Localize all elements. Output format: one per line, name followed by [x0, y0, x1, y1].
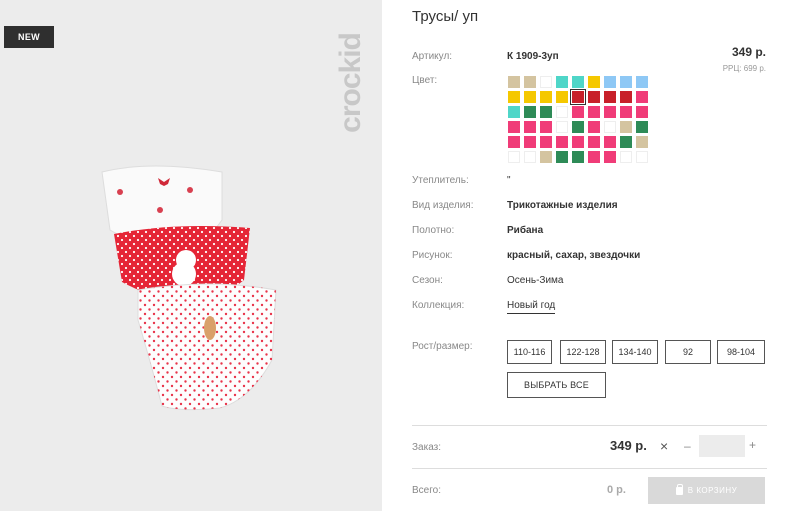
color-swatch[interactable]: [604, 91, 616, 103]
fabric-value: Рибана: [507, 225, 544, 236]
color-swatch[interactable]: [588, 136, 600, 148]
brand-logo: crockid: [326, 8, 376, 158]
size-option-92[interactable]: 92: [665, 340, 711, 364]
order-price: 349 р.: [610, 438, 647, 453]
color-swatch[interactable]: [588, 151, 600, 163]
color-swatch[interactable]: [636, 136, 648, 148]
color-swatch[interactable]: [524, 76, 536, 88]
quantity-input[interactable]: [699, 435, 745, 457]
color-swatch[interactable]: [620, 106, 632, 118]
color-swatch[interactable]: [604, 151, 616, 163]
bag-icon: [675, 483, 684, 495]
color-swatch[interactable]: [524, 91, 536, 103]
rrc-price: РРЦ: 699 р.: [722, 64, 766, 73]
color-swatch[interactable]: [636, 106, 648, 118]
price: 349 р.: [731, 45, 766, 59]
color-swatch[interactable]: [636, 151, 648, 163]
color-swatch[interactable]: [588, 91, 600, 103]
color-swatch[interactable]: [508, 121, 520, 133]
color-swatch[interactable]: [572, 76, 584, 88]
brand-logo-text: crockid: [334, 33, 367, 133]
color-swatch[interactable]: [508, 151, 520, 163]
item-type-label: Вид изделия:: [412, 200, 474, 211]
color-swatch[interactable]: [524, 106, 536, 118]
color-swatch[interactable]: [508, 136, 520, 148]
size-option-98-104[interactable]: 98-104: [717, 340, 765, 364]
color-swatch[interactable]: [620, 136, 632, 148]
season-label: Сезон:: [412, 275, 443, 286]
color-swatch[interactable]: [556, 121, 568, 133]
color-swatch[interactable]: [540, 136, 552, 148]
size-option-122-128[interactable]: 122-128: [560, 340, 606, 364]
pattern-label: Рисунок:: [412, 250, 453, 261]
article-value: К 1909-3уп: [507, 51, 559, 62]
product-info: Трусы/ уп Артикул: К 1909-3уп 349 р. РРЦ…: [412, 0, 772, 511]
add-to-cart-label: В КОРЗИНУ: [687, 486, 738, 495]
color-swatches: [508, 76, 653, 163]
divider: [412, 468, 767, 469]
total-value: 0 р.: [607, 484, 626, 496]
color-swatch[interactable]: [540, 106, 552, 118]
size-option-134-140[interactable]: 134-140: [612, 340, 658, 364]
color-swatch[interactable]: [604, 76, 616, 88]
order-label: Заказ:: [412, 442, 442, 453]
article-label: Артикул:: [412, 51, 453, 62]
color-swatch[interactable]: [570, 89, 586, 105]
color-swatch[interactable]: [556, 151, 568, 163]
item-type-value: Трикотажные изделия: [507, 200, 618, 211]
color-swatch[interactable]: [524, 121, 536, 133]
color-swatch[interactable]: [636, 91, 648, 103]
product-photo: NEW crockid: [0, 0, 382, 511]
decrease-quantity-button[interactable]: –: [684, 439, 691, 453]
size-option-110-116[interactable]: 110-116: [507, 340, 552, 364]
total-label: Всего:: [412, 485, 441, 496]
season-value: Осень-Зима: [507, 275, 564, 286]
collection-link[interactable]: Новый год: [507, 300, 556, 314]
color-swatch[interactable]: [636, 76, 648, 88]
color-swatch[interactable]: [604, 121, 616, 133]
color-swatch[interactable]: [540, 76, 552, 88]
new-badge: NEW: [4, 26, 54, 48]
color-label: Цвет:: [412, 75, 438, 86]
color-swatch[interactable]: [524, 151, 536, 163]
color-swatch[interactable]: [508, 91, 520, 103]
collection-label: Коллекция:: [412, 300, 465, 311]
color-swatch[interactable]: [572, 136, 584, 148]
color-swatch[interactable]: [540, 151, 552, 163]
color-swatch[interactable]: [508, 76, 520, 88]
divider: [412, 425, 767, 426]
select-all-button[interactable]: ВЫБРАТЬ ВСЕ: [507, 372, 606, 398]
size-label: Рост/размер:: [412, 341, 473, 352]
pattern-value: красный, сахар, звездочки: [507, 250, 641, 261]
color-swatch[interactable]: [620, 76, 632, 88]
color-swatch[interactable]: [540, 121, 552, 133]
insulation-value: ": [507, 175, 511, 186]
color-swatch[interactable]: [540, 91, 552, 103]
color-swatch[interactable]: [604, 106, 616, 118]
color-swatch[interactable]: [620, 151, 632, 163]
color-swatch[interactable]: [636, 121, 648, 133]
color-swatch[interactable]: [572, 106, 584, 118]
color-swatch[interactable]: [620, 121, 632, 133]
insulation-label: Утеплитель:: [412, 175, 469, 186]
color-swatch[interactable]: [604, 136, 616, 148]
color-swatch[interactable]: [556, 136, 568, 148]
fabric-label: Полотно:: [412, 225, 455, 236]
color-swatch[interactable]: [620, 91, 632, 103]
color-swatch[interactable]: [588, 121, 600, 133]
color-swatch[interactable]: [508, 106, 520, 118]
product-image: [101, 165, 277, 411]
color-swatch[interactable]: [588, 76, 600, 88]
color-swatch[interactable]: [556, 76, 568, 88]
color-swatch[interactable]: [524, 136, 536, 148]
product-title: Трусы/ уп: [412, 8, 479, 25]
remove-icon[interactable]: ×: [660, 438, 668, 454]
increase-quantity-button[interactable]: +: [749, 438, 756, 452]
color-swatch[interactable]: [572, 121, 584, 133]
add-to-cart-button[interactable]: В КОРЗИНУ: [648, 477, 765, 504]
color-swatch[interactable]: [572, 151, 584, 163]
color-swatch[interactable]: [556, 91, 568, 103]
color-swatch[interactable]: [588, 106, 600, 118]
color-swatch[interactable]: [556, 106, 568, 118]
